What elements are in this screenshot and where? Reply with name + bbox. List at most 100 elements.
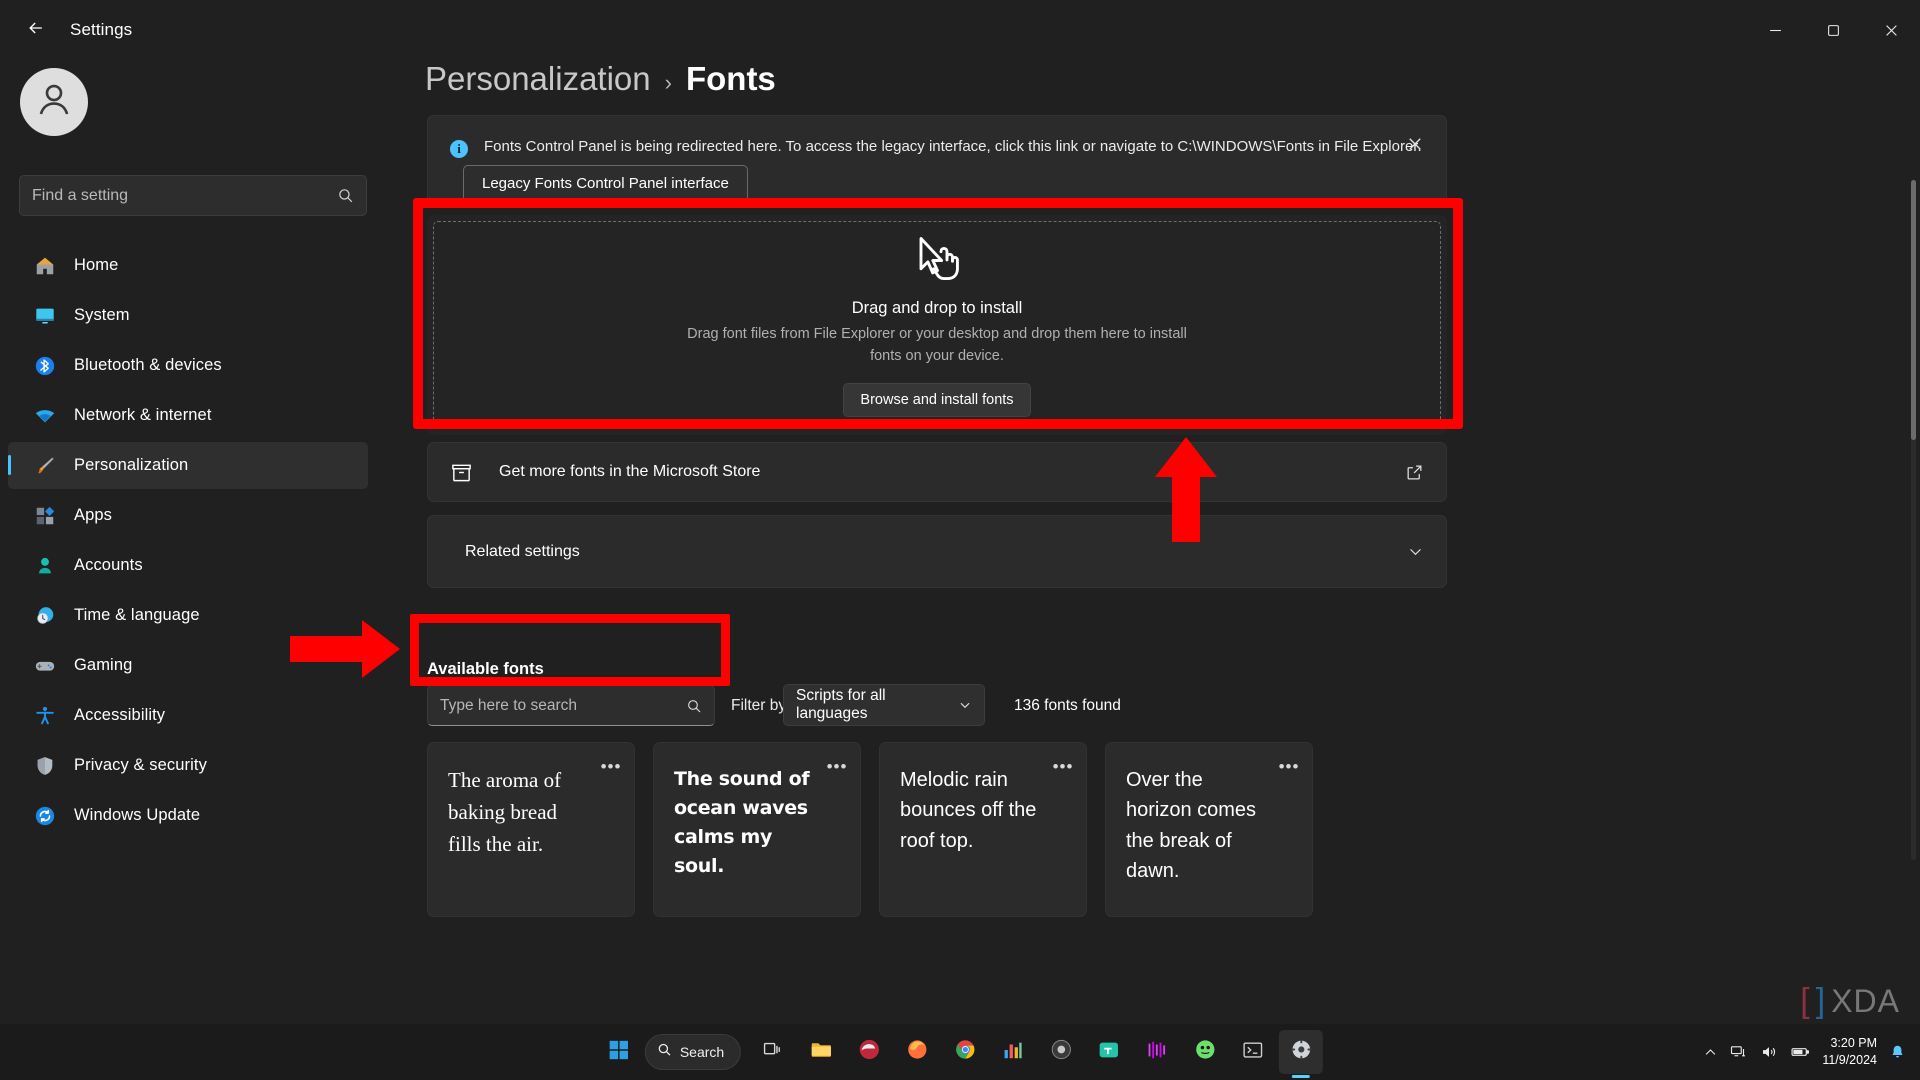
paintbrush-icon xyxy=(32,453,58,479)
sidebar-nav: Home System Bluetooth & devices Network … xyxy=(8,242,368,842)
file-explorer-button[interactable] xyxy=(799,1030,843,1074)
sidebar-item-label: Accessibility xyxy=(74,706,166,724)
record-app-icon xyxy=(1050,1038,1073,1066)
task-view-icon xyxy=(762,1039,784,1066)
more-options-icon[interactable]: ••• xyxy=(598,755,624,777)
sidebar-item-privacy-security[interactable]: Privacy & security xyxy=(8,742,368,789)
home-icon xyxy=(32,253,58,279)
chrome-icon xyxy=(954,1038,977,1066)
notification-bell-icon[interactable] xyxy=(1889,1044,1906,1061)
sidebar-item-label: System xyxy=(74,306,130,324)
font-card[interactable]: ••• The sound of ocean waves calms my so… xyxy=(653,742,861,917)
task-view-button[interactable] xyxy=(751,1030,795,1074)
font-card[interactable]: ••• Melodic rain bounces off the roof to… xyxy=(879,742,1087,917)
system-icon xyxy=(32,303,58,329)
music-app-button[interactable] xyxy=(1135,1030,1179,1074)
chevron-down-icon[interactable] xyxy=(1407,543,1424,560)
windows-start-icon xyxy=(608,1039,630,1066)
font-card[interactable]: ••• The aroma of baking bread fills the … xyxy=(427,742,635,917)
network-icon[interactable] xyxy=(1730,1043,1748,1061)
search-icon xyxy=(657,1042,672,1062)
avatar[interactable] xyxy=(20,68,88,136)
sidebar-item-system[interactable]: System xyxy=(8,292,368,339)
info-banner: i Fonts Control Panel is being redirecte… xyxy=(427,115,1447,205)
font-search-highlight xyxy=(410,614,730,686)
info-icon: i xyxy=(450,140,468,158)
teams-button[interactable] xyxy=(1087,1030,1131,1074)
back-button[interactable] xyxy=(14,12,58,48)
sidebar-item-accounts[interactable]: Accounts xyxy=(8,542,368,589)
fonts-found-count: 136 fonts found xyxy=(1014,697,1121,714)
font-card[interactable]: ••• Over the horizon comes the break of … xyxy=(1105,742,1313,917)
taskbar-clock[interactable]: 3:20 PM 11/9/2024 xyxy=(1822,1035,1877,1069)
settings-button[interactable] xyxy=(1279,1030,1324,1074)
game-app-button[interactable] xyxy=(1183,1030,1227,1074)
breadcrumb-separator: › xyxy=(664,70,672,95)
sidebar-item-apps[interactable]: Apps xyxy=(8,492,368,539)
firefox-button[interactable] xyxy=(895,1030,939,1074)
sidebar-item-label: Gaming xyxy=(74,656,133,674)
volume-icon[interactable] xyxy=(1760,1043,1778,1061)
file-explorer-icon xyxy=(810,1038,833,1066)
chart-app-button[interactable] xyxy=(991,1030,1035,1074)
maximize-button[interactable] xyxy=(1804,0,1862,60)
taskbar-search-label: Search xyxy=(679,1044,725,1060)
more-options-icon[interactable]: ••• xyxy=(824,755,850,777)
main-scrollbar[interactable] xyxy=(1911,180,1916,860)
clock-date: 11/9/2024 xyxy=(1822,1053,1877,1067)
related-settings-row[interactable]: Related settings xyxy=(427,515,1447,588)
sidebar-item-home[interactable]: Home xyxy=(8,242,368,289)
sidebar-item-bluetooth-devices[interactable]: Bluetooth & devices xyxy=(8,342,368,389)
record-app-button[interactable] xyxy=(1039,1030,1083,1074)
breadcrumb-parent[interactable]: Personalization xyxy=(425,60,651,98)
edge-button[interactable] xyxy=(847,1030,891,1074)
sidebar-item-label: Apps xyxy=(74,506,113,524)
sidebar-item-label: Network & internet xyxy=(74,406,212,424)
watermark-bracket-right: ] xyxy=(1815,982,1826,1020)
show-hidden-icons-icon[interactable] xyxy=(1703,1045,1718,1060)
shield-icon xyxy=(32,753,58,779)
battery-icon[interactable] xyxy=(1790,1042,1810,1062)
bluetooth-icon xyxy=(32,353,58,379)
search-placeholder: Find a setting xyxy=(32,186,129,204)
music-app-icon xyxy=(1146,1039,1168,1066)
banner-close-button[interactable] xyxy=(1400,132,1430,160)
taskbar-search[interactable]: Search xyxy=(644,1034,742,1070)
terminal-button[interactable] xyxy=(1231,1030,1275,1074)
chrome-button[interactable] xyxy=(943,1030,987,1074)
microsoft-store-fonts-row[interactable]: Get more fonts in the Microsoft Store xyxy=(427,442,1447,502)
settings-icon xyxy=(1290,1038,1313,1066)
sidebar-item-personalization[interactable]: Personalization xyxy=(8,442,368,489)
sidebar-item-network-internet[interactable]: Network & internet xyxy=(8,392,368,439)
search-icon xyxy=(686,698,702,714)
taskbar: Search 3:20 PM 11/9/2024 xyxy=(0,1024,1920,1080)
search-input[interactable]: Find a setting xyxy=(19,175,367,216)
sidebar-item-label: Bluetooth & devices xyxy=(74,356,222,374)
more-options-icon[interactable]: ••• xyxy=(1050,755,1076,777)
external-link-icon[interactable] xyxy=(1405,463,1424,482)
clock-globe-icon xyxy=(32,603,58,629)
sidebar-item-label: Time & language xyxy=(74,606,200,624)
font-cards-grid: ••• The aroma of baking bread fills the … xyxy=(427,742,1313,917)
filter-by-label: Filter by: xyxy=(731,697,791,714)
game-app-icon xyxy=(1194,1038,1217,1066)
minimize-button[interactable] xyxy=(1746,0,1804,60)
sidebar-item-windows-update[interactable]: Windows Update xyxy=(8,792,368,839)
page-title: Fonts xyxy=(685,60,776,97)
window-controls xyxy=(1746,0,1920,60)
start-button[interactable] xyxy=(597,1030,641,1074)
font-search-input[interactable]: Type here to search xyxy=(427,685,715,726)
chart-app-icon xyxy=(1002,1039,1024,1066)
apps-icon xyxy=(32,503,58,529)
scrollbar-thumb[interactable] xyxy=(1911,180,1916,440)
font-filter-dropdown[interactable]: Scripts for all languages xyxy=(783,684,985,726)
sidebar-item-label: Windows Update xyxy=(74,806,201,824)
back-arrow-icon xyxy=(26,18,46,43)
close-button[interactable] xyxy=(1862,0,1920,60)
sidebar-item-accessibility[interactable]: Accessibility xyxy=(8,692,368,739)
legacy-fonts-control-panel-button[interactable]: Legacy Fonts Control Panel interface xyxy=(463,165,748,202)
more-options-icon[interactable]: ••• xyxy=(1276,755,1302,777)
gamepad-icon xyxy=(32,653,58,679)
filter-selected-value: Scripts for all languages xyxy=(796,687,886,722)
drag-and-drop-area-highlight xyxy=(413,198,1463,429)
